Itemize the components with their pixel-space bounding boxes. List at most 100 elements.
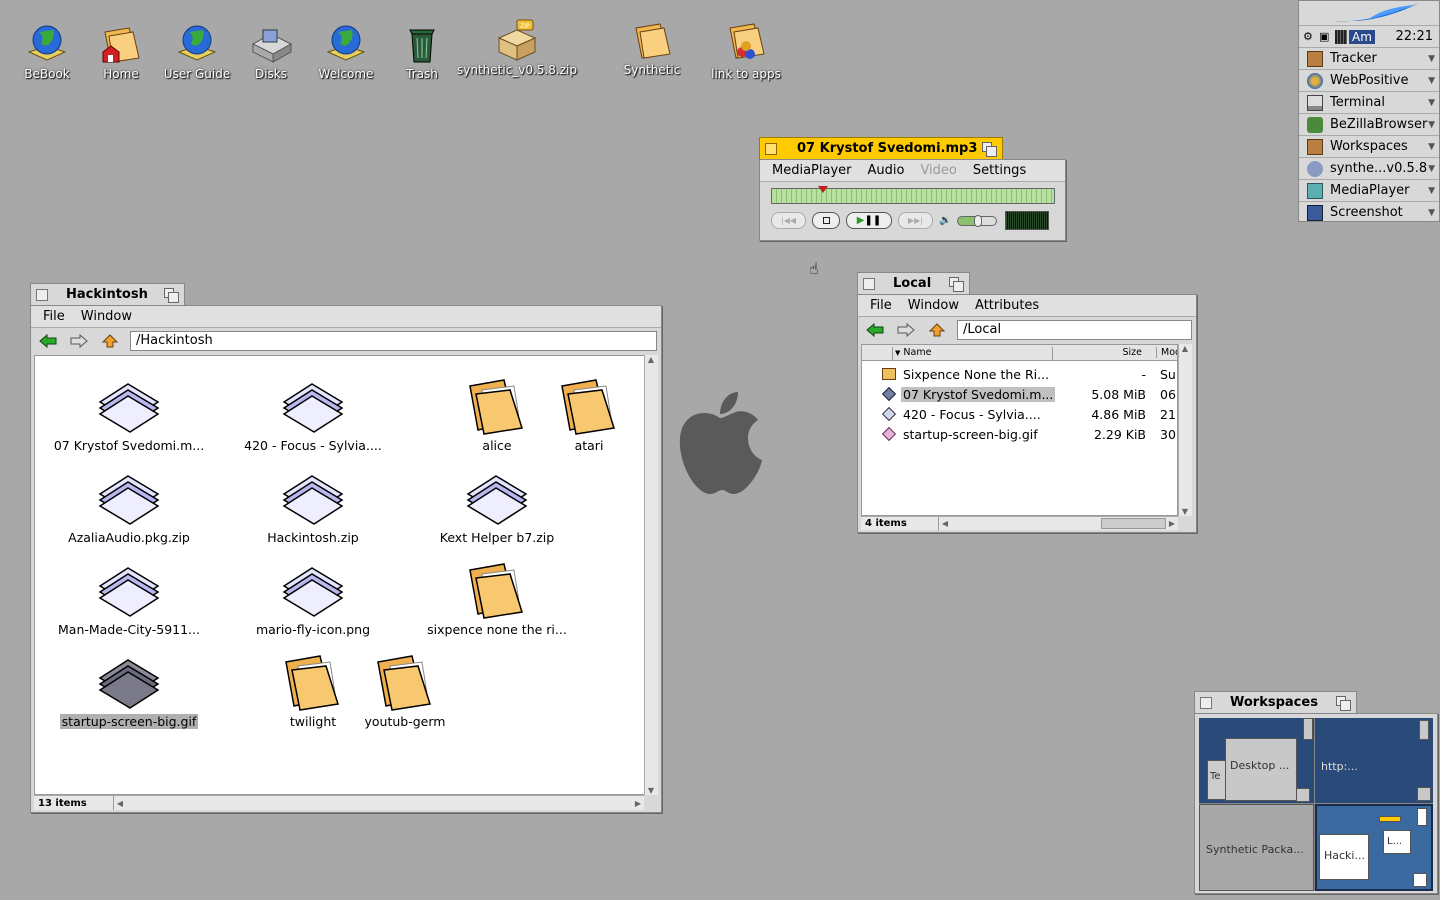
close-button[interactable] [36, 288, 48, 301]
scroll-down-arrow[interactable]: ▼ [1179, 507, 1191, 516]
horizontal-scrollbar[interactable]: 13 items ◀ ▶ [34, 795, 644, 810]
scroll-right-arrow[interactable]: ▶ [1166, 519, 1178, 528]
deskbar-item-webpositive[interactable]: WebPositive ▼ [1299, 69, 1439, 91]
column-modified[interactable]: Mod [1156, 347, 1177, 358]
scroll-left-arrow[interactable]: ◀ [939, 519, 951, 528]
scroll-up-arrow[interactable]: ▲ [645, 355, 657, 364]
file-icon-item[interactable]: Hackintosh.zip [228, 470, 398, 545]
menu-video[interactable]: Video [912, 163, 964, 178]
menu-file[interactable]: File [35, 309, 73, 324]
list-row[interactable]: 420 - Focus - Sylvia.... 4.86 MiB 21 [862, 404, 1177, 424]
column-name[interactable]: ▼ Name [892, 347, 1052, 360]
menu-file[interactable]: File [862, 298, 900, 313]
file-icon-item[interactable]: Man-Made-City-5911... [44, 562, 214, 637]
file-icon-item[interactable]: 420 - Focus - Sylvia.... [228, 378, 398, 453]
cpu-meter-icon[interactable] [1335, 29, 1347, 44]
hackintosh-menubar: File Window [31, 306, 661, 328]
file-icon-item[interactable]: Kext Helper b7.zip [412, 470, 582, 545]
local-window-tab[interactable]: Local [857, 272, 970, 294]
deskbar-item-workspaces[interactable]: Workspaces ▼ [1299, 135, 1439, 157]
local-list-view: ▼ Name Size Mod Sixpence None the Ri... … [861, 344, 1178, 516]
list-row[interactable]: 07 Krystof Svedomi.m... 5.08 MiB 06 [862, 384, 1177, 404]
deskbar-item-terminal[interactable]: Terminal ▼ [1299, 91, 1439, 113]
file-icon-item-selected[interactable]: startup-screen-big.gif [44, 654, 214, 729]
document-icon [98, 659, 160, 709]
zoom-button[interactable] [1336, 695, 1351, 711]
desktop-icon-synthetic[interactable]: Synthetic [606, 22, 698, 77]
forward-arrow-icon[interactable] [68, 331, 90, 351]
file-name: 07 Krystof Svedomi.m... [53, 438, 205, 453]
disk-icon[interactable]: ▣ [1319, 30, 1333, 44]
workspaces-window-tab[interactable]: Workspaces [1194, 691, 1357, 713]
zoom-button[interactable] [949, 276, 964, 292]
seek-bar[interactable] [771, 186, 1055, 204]
scroll-thumb[interactable] [1101, 518, 1166, 529]
folder-icon-item[interactable]: sixpence none the ri... [412, 562, 582, 637]
play-pause-button[interactable]: ▶❚❚ [846, 212, 892, 229]
deskbar-item-synthetic[interactable]: synthe...v0.5.8 ▼ [1299, 157, 1439, 179]
bezilla-icon [1307, 116, 1323, 133]
scroll-right-arrow[interactable]: ▶ [632, 799, 644, 808]
scroll-left-arrow[interactable]: ◀ [114, 799, 126, 808]
menu-window[interactable]: Window [73, 309, 140, 324]
row-size: 4.86 MiB [1091, 407, 1146, 422]
scroll-up-arrow[interactable]: ▲ [1179, 344, 1191, 353]
volume-knob[interactable] [974, 214, 983, 227]
horizontal-scrollbar[interactable]: 4 items ◀ ▶ [861, 516, 1178, 530]
close-button[interactable] [765, 142, 777, 155]
back-arrow-icon[interactable] [37, 331, 59, 351]
workspace-4-current[interactable]: Hacki... L... [1315, 804, 1433, 891]
desktop-icon-synthetic-zip[interactable]: ZIP synthetic_v0.5.8.zip [452, 18, 582, 77]
file-name: sixpence none the ri... [427, 622, 567, 637]
path-field[interactable]: /Hackintosh [130, 331, 657, 351]
menu-attributes[interactable]: Attributes [967, 298, 1047, 313]
workspace-3[interactable]: Synthetic Packa... [1199, 804, 1314, 891]
deskbar-item-bezillabrowser[interactable]: BeZillaBrowser ▼ [1299, 113, 1439, 135]
stop-icon [822, 217, 830, 224]
deskbar-item-screenshot[interactable]: Screenshot ▼ [1299, 201, 1439, 223]
skip-back-button[interactable]: |◀◀ [771, 212, 806, 229]
haiku-leaf-icon[interactable] [1329, 1, 1429, 25]
network-icon[interactable]: ⚙ [1303, 30, 1317, 44]
list-row[interactable]: Sixpence None the Ri... - Sur [862, 364, 1177, 384]
menu-window[interactable]: Window [900, 298, 967, 313]
deskbar-item-mediaplayer[interactable]: MediaPlayer ▼ [1299, 179, 1439, 201]
column-size[interactable]: Size [1052, 347, 1146, 360]
stop-button[interactable] [812, 212, 840, 229]
back-arrow-icon[interactable] [864, 320, 886, 340]
clock[interactable]: 22:21 [1396, 29, 1433, 44]
close-button[interactable] [1200, 696, 1212, 709]
vertical-scrollbar[interactable]: ▲ ▼ [1178, 344, 1192, 516]
scroll-down-arrow[interactable]: ▼ [645, 786, 657, 795]
folder-icon-item[interactable]: atari [504, 378, 674, 453]
seek-knob[interactable] [817, 186, 828, 193]
deskbar-item-tracker[interactable]: Tracker ▼ [1299, 47, 1439, 69]
file-icon-item[interactable]: mario-fly-icon.png [228, 562, 398, 637]
row-modified: Sur [1160, 367, 1177, 382]
skip-forward-button[interactable]: ▶▶| [898, 212, 933, 229]
menu-audio[interactable]: Audio [860, 163, 913, 178]
close-button[interactable] [863, 277, 875, 290]
menu-mediaplayer[interactable]: MediaPlayer [764, 163, 860, 178]
volume-slider[interactable] [957, 214, 998, 227]
row-size: 5.08 MiB [1091, 387, 1146, 402]
zoom-button[interactable] [164, 287, 179, 303]
list-row[interactable]: startup-screen-big.gif 2.29 KiB 30 [862, 424, 1177, 444]
deskbar-item-label: Screenshot [1330, 205, 1403, 220]
workspace-2[interactable]: http:... [1315, 718, 1433, 803]
folder-icon-item[interactable]: youtub-germ [320, 654, 490, 729]
zoom-button[interactable] [982, 141, 997, 157]
media-window-tab[interactable]: 07 Krystof Svedomi.mp3 [759, 137, 1003, 159]
input-method[interactable]: Am [1349, 29, 1375, 44]
desktop-icon-link-to-apps[interactable]: link to apps [700, 22, 792, 81]
parent-folder-icon[interactable] [99, 331, 121, 351]
parent-folder-icon[interactable] [926, 320, 948, 340]
hackintosh-window-tab[interactable]: Hackintosh [30, 283, 185, 305]
file-icon-item[interactable]: 07 Krystof Svedomi.m... [44, 378, 214, 453]
forward-arrow-icon[interactable] [895, 320, 917, 340]
path-field[interactable]: /Local [957, 320, 1192, 340]
file-name: youtub-germ [364, 714, 446, 729]
menu-settings[interactable]: Settings [965, 163, 1034, 178]
file-icon-item[interactable]: AzaliaAudio.pkg.zip [44, 470, 214, 545]
workspace-1[interactable]: Te Desktop ... [1199, 718, 1314, 803]
